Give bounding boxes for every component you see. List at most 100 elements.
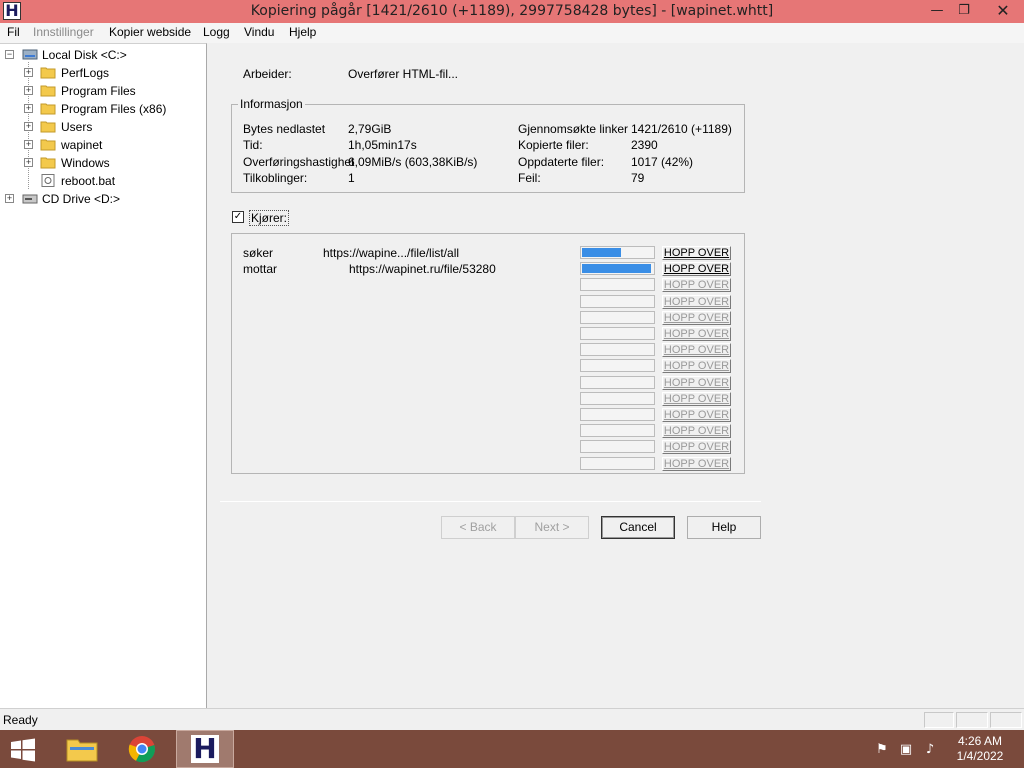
skip-button[interactable]: HOPP OVER	[662, 376, 731, 390]
slot-progress-bar	[580, 246, 655, 259]
skip-button[interactable]: HOPP OVER	[662, 359, 731, 373]
taskbar-file-explorer[interactable]	[54, 730, 112, 768]
skip-button[interactable]: HOPP OVER	[662, 278, 731, 292]
folder-icon	[40, 157, 56, 169]
skip-button[interactable]: HOPP OVER	[662, 392, 731, 406]
tree-item-windows[interactable]: + Windows	[0, 154, 200, 172]
menu-bar: Fil Innstillinger Kopier webside Logg Vi…	[0, 23, 1024, 43]
folder-icon	[40, 121, 56, 133]
skip-button[interactable]: HOPP OVER	[662, 343, 731, 357]
menu-hjelp[interactable]: Hjelp	[289, 25, 316, 39]
tree-item-wapinet[interactable]: + wapinet	[0, 136, 200, 154]
taskbar-clock[interactable]: 4:26 AM 1/4/2022	[948, 734, 1012, 764]
tree-item-users[interactable]: + Users	[0, 118, 200, 136]
expand-icon[interactable]: +	[24, 140, 33, 149]
next-button[interactable]: Next >	[515, 516, 589, 539]
clock-time: 4:26 AM	[957, 734, 1003, 748]
links-value: 1421/2610 (+1189)	[631, 122, 732, 136]
expand-icon[interactable]: +	[24, 86, 33, 95]
collapse-icon[interactable]: −	[5, 50, 14, 59]
tree-item-label: Local Disk <C:>	[42, 48, 127, 62]
tree-item-label: wapinet	[61, 138, 103, 152]
folder-icon	[40, 85, 56, 97]
skip-button[interactable]: HOPP OVER	[662, 311, 731, 325]
running-checkbox[interactable]: ✓	[232, 211, 244, 223]
menu-vindu[interactable]: Vindu	[244, 25, 274, 39]
tree-item-label: CD Drive <D:>	[42, 192, 121, 206]
skip-button[interactable]: HOPP OVER	[662, 408, 731, 422]
skip-button[interactable]: HOPP OVER	[662, 440, 731, 454]
expand-icon[interactable]: +	[24, 68, 33, 77]
restore-button[interactable]: ❐	[949, 0, 979, 22]
copied-value: 2390	[631, 138, 658, 152]
expand-icon[interactable]: +	[24, 104, 33, 113]
tree-item-cd-drive[interactable]: + CD Drive <D:>	[0, 190, 200, 208]
taskbar-httrack[interactable]: H	[176, 730, 234, 768]
menu-logg[interactable]: Logg	[203, 25, 230, 39]
skip-button[interactable]: HOPP OVER	[662, 424, 731, 438]
tree-item-local-disk[interactable]: − Local Disk <C:>	[0, 46, 200, 64]
speed-value: 6,09MiB/s (603,38KiB/s)	[348, 155, 478, 169]
folder-icon	[40, 139, 56, 151]
status-pane	[924, 712, 954, 728]
tree-item-perflogs[interactable]: + PerfLogs	[0, 64, 200, 82]
batch-file-icon	[41, 174, 55, 187]
transfer-action: søker	[243, 246, 273, 260]
progress-panel: Arbeider: Overfører HTML-fil... Informas…	[208, 43, 1024, 708]
menu-fil[interactable]: Fil	[7, 25, 20, 39]
worker-label: Arbeider:	[243, 67, 292, 81]
slot-progress-bar	[580, 392, 655, 405]
hard-drive-icon	[22, 49, 38, 60]
title-bar[interactable]: H Kopiering pågår [1421/2610 (+1189), 29…	[0, 0, 1024, 23]
windows-start-icon[interactable]	[8, 738, 38, 762]
slot-progress-bar	[580, 262, 655, 275]
transfers-groupbox: søker https://wapine.../file/list/all mo…	[231, 233, 745, 474]
slot-progress-bar	[580, 311, 655, 324]
slot-progress-bar	[580, 359, 655, 372]
tree-item-program-files[interactable]: + Program Files	[0, 82, 200, 100]
speed-label: Overføringshastighet	[243, 155, 355, 169]
slot-progress-bar	[580, 424, 655, 437]
skip-button[interactable]: HOPP OVER	[662, 295, 731, 309]
slot-progress-bar	[580, 295, 655, 308]
volume-muted-icon[interactable]: ♪	[922, 742, 938, 758]
cd-drive-icon	[22, 194, 38, 204]
close-button[interactable]: ✕	[988, 0, 1018, 22]
tree-item-label: PerfLogs	[61, 66, 110, 80]
minimize-button[interactable]: —	[922, 0, 952, 22]
chrome-icon	[128, 736, 155, 763]
status-pane	[956, 712, 988, 728]
expand-icon[interactable]: +	[24, 122, 33, 131]
tree-item-label: Windows	[61, 156, 110, 170]
expand-icon[interactable]: +	[5, 194, 14, 203]
action-center-flag-icon[interactable]: ⚑	[874, 742, 890, 758]
menu-kopier-webside[interactable]: Kopier webside	[109, 25, 191, 39]
taskbar-chrome[interactable]	[114, 730, 172, 768]
skip-button[interactable]: HOPP OVER	[662, 327, 731, 341]
skip-button[interactable]: HOPP OVER	[662, 457, 731, 471]
progress-fill	[582, 248, 621, 257]
skip-button[interactable]: HOPP OVER	[662, 246, 731, 260]
transfer-url: https://wapinet.ru/file/53280	[349, 262, 496, 276]
taskbar: H ⚑ ▣ ♪ 4:26 AM 1/4/2022	[0, 730, 1024, 768]
tree-item-label: Program Files (x86)	[61, 102, 167, 116]
transfer-url: https://wapine.../file/list/all	[323, 246, 460, 260]
tree-item-reboot-bat[interactable]: reboot.bat	[0, 172, 200, 190]
help-button[interactable]: Help	[687, 516, 761, 539]
back-button[interactable]: < Back	[441, 516, 515, 539]
expand-icon[interactable]: +	[24, 158, 33, 167]
slot-progress-bar	[580, 343, 655, 356]
clock-date: 1/4/2022	[956, 749, 1004, 763]
info-groupbox: Informasjon Bytes nedlastet 2,79GiB Tid:…	[231, 97, 745, 193]
folder-tree[interactable]: − Local Disk <C:> + PerfLogs + Program F…	[0, 43, 207, 708]
network-icon[interactable]: ▣	[898, 742, 914, 758]
skip-button[interactable]: HOPP OVER	[662, 262, 731, 276]
cancel-button[interactable]: Cancel	[601, 516, 675, 539]
tree-item-label: Users	[61, 120, 93, 134]
tree-item-program-files-x86[interactable]: + Program Files (x86)	[0, 100, 200, 118]
worker-value: Overfører HTML-fil...	[348, 67, 458, 81]
slot-progress-bar	[580, 457, 655, 470]
status-text: Ready	[3, 713, 38, 727]
menu-innstillinger[interactable]: Innstillinger	[33, 25, 94, 39]
errors-label: Feil:	[518, 171, 541, 185]
